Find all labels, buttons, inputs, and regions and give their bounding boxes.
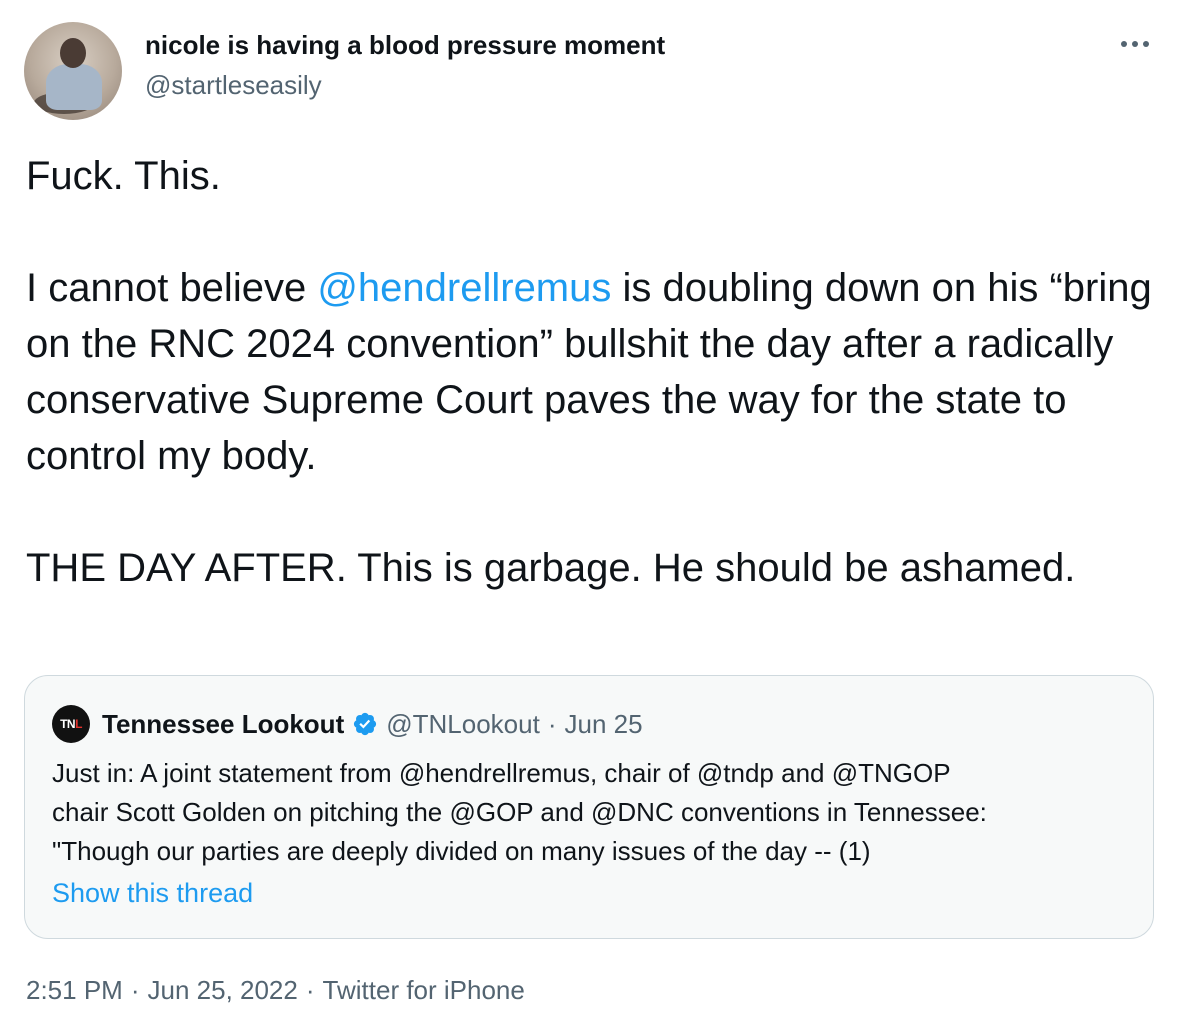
meta-separator: · — [130, 975, 140, 1005]
quoted-text-line: "Though our parties are deeply divided o… — [52, 836, 871, 866]
avatar-figure-head — [60, 38, 86, 68]
tweet-date[interactable]: Jun 25, 2022 — [148, 975, 298, 1005]
tweet-text-segment: I cannot believe — [26, 266, 318, 310]
quoted-tweet-header: TNL Tennessee Lookout @TNLookout · Jun 2… — [52, 705, 643, 743]
quoted-text-line: Just in: A joint statement from @hendrel… — [52, 758, 951, 788]
tweet-time[interactable]: 2:51 PM — [26, 975, 123, 1005]
author-display-name[interactable]: nicole is having a blood pressure moment — [145, 30, 665, 61]
meta-separator: · — [305, 975, 315, 1005]
logo-text-tn: TN — [60, 717, 76, 731]
quoted-avatar[interactable]: TNL — [52, 705, 90, 743]
avatar-figure-body — [46, 64, 102, 110]
tweet-paragraph-2: I cannot believe @hendrellremus is doubl… — [26, 260, 1161, 484]
tweet-source[interactable]: Twitter for iPhone — [323, 975, 525, 1005]
tweet-paragraph-3: THE DAY AFTER. This is garbage. He shoul… — [26, 546, 1076, 590]
quoted-tweet-card[interactable]: TNL Tennessee Lookout @TNLookout · Jun 2… — [24, 675, 1154, 939]
tweet-meta: 2:51 PM · Jun 25, 2022 · Twitter for iPhone — [26, 975, 525, 1006]
more-horizontal-icon — [1121, 41, 1149, 47]
mention-link-hendrellremus[interactable]: @hendrellremus — [317, 266, 611, 310]
quoted-tweet-text: Just in: A joint statement from @hendrel… — [52, 754, 1132, 871]
quoted-date[interactable]: Jun 25 — [564, 709, 642, 740]
quoted-author-name[interactable]: Tennessee Lookout — [102, 709, 344, 740]
quoted-text-line: chair Scott Golden on pitching the @GOP … — [52, 797, 987, 827]
tweet-line-1: Fuck. This. — [26, 154, 221, 198]
author-handle[interactable]: @startleseasily — [145, 70, 322, 101]
show-thread-link[interactable]: Show this thread — [52, 878, 253, 909]
more-options-button[interactable] — [1110, 24, 1160, 64]
quoted-avatar-logo: TNL — [60, 717, 82, 731]
quoted-author-handle[interactable]: @TNLookout — [386, 709, 540, 740]
author-avatar[interactable] — [24, 22, 122, 120]
verified-badge-icon — [352, 711, 378, 737]
quoted-separator: · — [547, 708, 557, 739]
logo-text-l: L — [75, 717, 82, 731]
tweet-text: Fuck. This. I cannot believe @hendrellre… — [26, 148, 1161, 596]
